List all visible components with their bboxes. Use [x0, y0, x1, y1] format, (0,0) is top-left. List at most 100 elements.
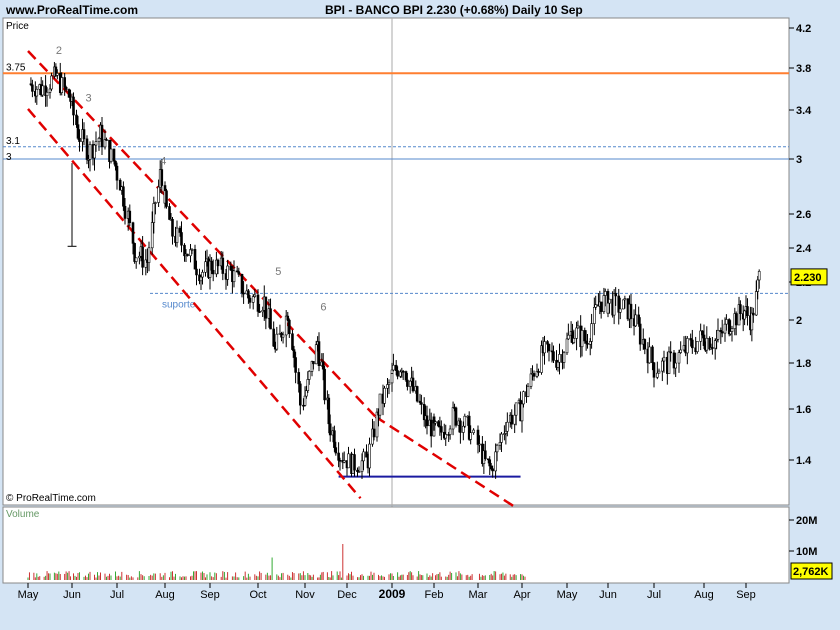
candle-body	[357, 471, 361, 473]
candle-body	[338, 460, 342, 462]
candle-body	[562, 352, 566, 363]
candle-body	[353, 454, 356, 471]
candle-body	[543, 341, 546, 354]
candle-body	[637, 314, 640, 325]
candle-body	[584, 340, 588, 344]
candle-body	[606, 302, 610, 314]
candle-body	[97, 137, 101, 142]
price-tick-label: 1.4	[796, 455, 812, 467]
candle-body	[85, 138, 89, 160]
candle-body	[64, 86, 68, 90]
candle-body	[547, 343, 551, 352]
candle-body	[327, 397, 331, 425]
candle-body	[599, 301, 603, 312]
candle-body	[193, 249, 197, 270]
candle-body	[195, 268, 198, 276]
candle-body	[253, 294, 257, 297]
candle-body	[150, 222, 154, 249]
candle-body	[476, 429, 480, 445]
candle-body	[583, 330, 587, 342]
candle-body	[175, 227, 179, 243]
candle-body	[288, 319, 291, 335]
candle-body	[667, 351, 671, 374]
price-tick-label: 3	[796, 154, 802, 166]
candle-body	[134, 257, 138, 262]
time-axis: May Jun Jul Aug Sep Oct Nov Dec 2009 Feb Mar Apr May…	[18, 583, 756, 601]
candle-body	[115, 165, 119, 181]
candle-body	[72, 96, 75, 116]
time-tick-label: Jul	[110, 589, 124, 601]
price-tick-label: 3.8	[796, 63, 811, 75]
candle-body	[333, 430, 336, 448]
volume-axis: 20M 10M 2,762K	[789, 515, 833, 580]
candle-body	[648, 346, 651, 364]
candle-body	[618, 308, 622, 313]
candle-body	[328, 423, 332, 436]
candle-body	[75, 114, 78, 125]
candle-body	[459, 420, 462, 433]
candle-body	[372, 428, 376, 438]
volume-panel-frame	[2, 506, 790, 584]
candle-body	[387, 382, 391, 385]
candle-body	[661, 360, 664, 372]
candle-body	[312, 361, 315, 365]
candle-body	[702, 334, 706, 346]
time-tick-label: Oct	[249, 589, 266, 601]
candle-body	[750, 312, 754, 331]
candle-body	[752, 312, 755, 316]
candle-body	[729, 331, 732, 335]
candle-body	[67, 89, 71, 98]
volume-panel: Volume	[2, 506, 790, 584]
candle-body	[168, 206, 171, 220]
time-tick-label: Aug	[694, 589, 714, 601]
candle-body	[588, 341, 592, 345]
candle-body	[292, 349, 296, 358]
level-label: 3.75	[6, 62, 26, 73]
candle-body	[567, 334, 570, 340]
candle-body	[532, 373, 536, 377]
candle-body	[686, 338, 689, 354]
candle-body	[157, 186, 160, 203]
candle-body	[572, 338, 576, 343]
time-tick-label: May	[18, 589, 39, 601]
candle-body	[696, 341, 699, 352]
candle-body	[323, 368, 326, 401]
candle-body	[494, 451, 497, 472]
candle-body	[408, 380, 412, 387]
candle-body	[472, 429, 475, 433]
candle-body	[307, 371, 311, 380]
candle-body	[362, 451, 365, 462]
candle-body	[88, 144, 92, 160]
candle-body	[469, 432, 472, 440]
candle-body	[294, 357, 297, 373]
candle-body	[451, 407, 455, 430]
candle-body	[713, 340, 717, 349]
price-label: Price	[6, 21, 29, 32]
candle-body	[514, 402, 518, 416]
wave-label: 3	[86, 93, 92, 105]
candle-body	[123, 205, 127, 219]
wave-label: 6	[320, 302, 326, 314]
candle-body	[141, 246, 144, 268]
candle-body	[221, 257, 225, 274]
candle-body	[306, 379, 310, 391]
candle-body	[411, 377, 415, 392]
time-tick-label: Sep	[200, 589, 220, 601]
price-axis: 4.23.83.432.62.42.221.81.61.42.230	[789, 23, 828, 467]
level-label: 3.1	[6, 136, 20, 147]
candle-body	[500, 433, 503, 443]
site-label[interactable]: www.ProRealTime.com	[5, 3, 138, 17]
candle-body	[746, 306, 749, 317]
volume-tick-label: 10M	[796, 546, 817, 558]
candle-body	[734, 313, 738, 326]
price-tick-label: 2.6	[796, 209, 811, 221]
candle-body	[240, 273, 244, 294]
candle-body	[756, 279, 760, 292]
candle-body	[94, 141, 98, 146]
candle-body	[35, 88, 39, 97]
candle-body	[48, 88, 52, 93]
candle-body	[226, 265, 229, 280]
time-tick-label: Mar	[469, 589, 488, 601]
candle-body	[248, 297, 252, 303]
candle-body	[272, 328, 275, 347]
